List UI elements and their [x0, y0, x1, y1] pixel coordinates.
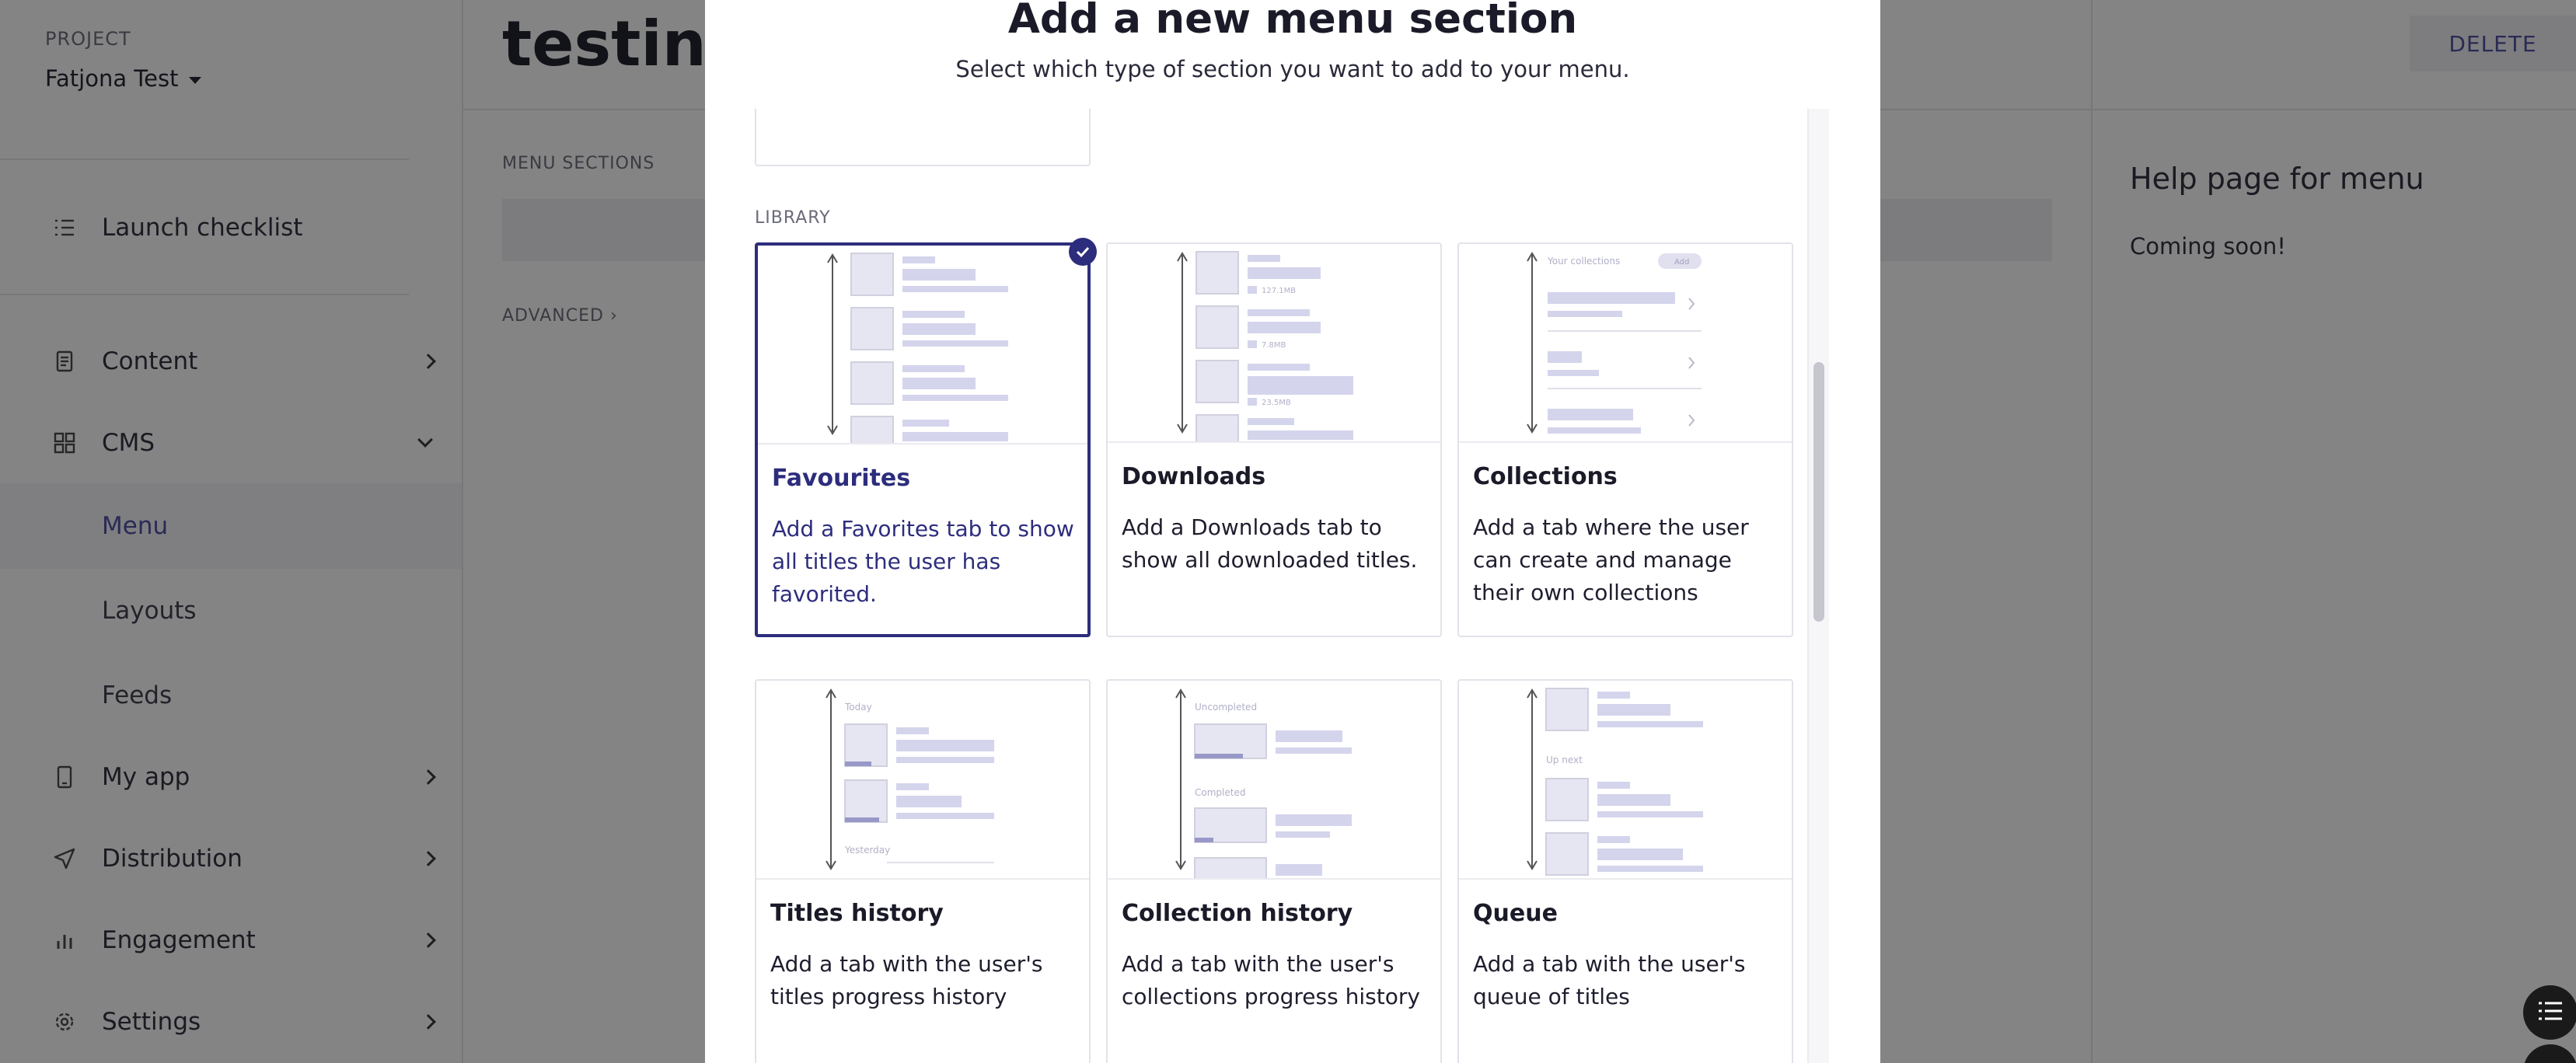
- card-title: Downloads: [1122, 463, 1266, 490]
- add-menu-section-modal: Add a new menu section Select which type…: [705, 0, 1880, 1063]
- card-title: Collection history: [1122, 900, 1353, 927]
- downloads-size-label: 7.8MB: [1262, 341, 1286, 350]
- section-card-titles-history[interactable]: Today Yesterday Titles history Add a tab…: [755, 679, 1091, 1063]
- card-title: Favourites: [772, 465, 911, 492]
- modal-subtitle: Select which type of section you want to…: [955, 56, 1630, 82]
- card-title: Queue: [1473, 900, 1558, 927]
- downloads-size-label: 127.1MB: [1262, 287, 1296, 295]
- section-card-favourites[interactable]: Favourites Add a Favorites tab to show a…: [755, 242, 1091, 637]
- queue-illustration: Up next: [1459, 681, 1792, 880]
- card-description: Add a tab with the user's queue of title…: [1473, 951, 1746, 1009]
- card-description: Add a tab with the user's titles progres…: [770, 951, 1043, 1009]
- card-description: Add a tab with the user's collections pr…: [1122, 951, 1420, 1009]
- collection-history-illustration: Uncompleted Completed: [1108, 681, 1440, 880]
- library-label: LIBRARY: [755, 208, 831, 228]
- section-card-collections[interactable]: Your collections Add Collections Add a t…: [1457, 242, 1793, 637]
- modal-title: Add a new menu section: [1007, 0, 1578, 43]
- section-card-partial[interactable]: [755, 109, 1091, 166]
- collections-header-label: Your collections: [1547, 256, 1620, 267]
- section-card-queue[interactable]: Up next Queue Add a tab with the user's …: [1457, 679, 1793, 1063]
- history-group-label: Completed: [1195, 787, 1245, 798]
- downloads-illustration: 127.1MB 7.8MB 23.5MB: [1108, 244, 1440, 443]
- history-group-label: Uncompleted: [1195, 702, 1257, 713]
- collections-illustration: Your collections Add: [1459, 244, 1792, 443]
- history-group-label: Today: [844, 702, 872, 713]
- card-description: Add a tab where the user can create and …: [1473, 514, 1749, 605]
- favourites-illustration: [758, 246, 1087, 444]
- collections-add-label: Add: [1674, 258, 1689, 267]
- checkmark-icon: [1069, 238, 1097, 266]
- titles-history-illustration: Today Yesterday: [756, 681, 1089, 880]
- card-title: Collections: [1473, 463, 1618, 490]
- card-title: Titles history: [770, 900, 944, 927]
- card-description: Add a Downloads tab to show all download…: [1122, 514, 1418, 573]
- section-card-downloads[interactable]: 127.1MB 7.8MB 23.5MB Downloads Add a Dow…: [1106, 242, 1442, 637]
- history-group-label: Yesterday: [844, 845, 890, 856]
- queue-group-label: Up next: [1546, 755, 1583, 765]
- downloads-size-label: 23.5MB: [1262, 399, 1291, 407]
- modal-scroll-area[interactable]: LIBRARY Favourites Add a Favorites tab t…: [705, 109, 1880, 1063]
- help-chat-button[interactable]: [2523, 985, 2576, 1040]
- modal-scrollbar-thumb[interactable]: [1813, 362, 1824, 622]
- list-icon: [2537, 999, 2564, 1026]
- section-card-collection-history[interactable]: Uncompleted Completed Collection history…: [1106, 679, 1442, 1063]
- card-description: Add a Favorites tab to show all titles t…: [772, 516, 1074, 607]
